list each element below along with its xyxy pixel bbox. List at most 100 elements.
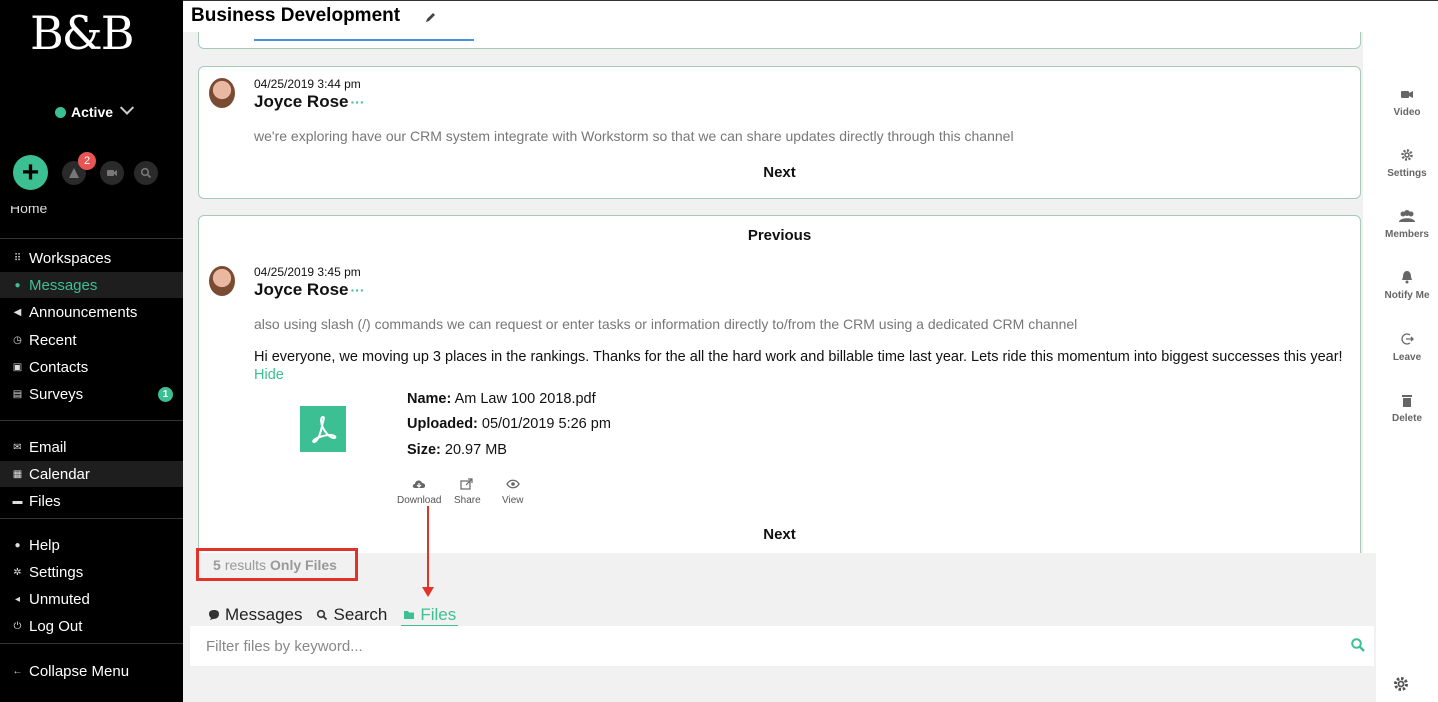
sidebar-item-surveys[interactable]: ▤ Surveys 1: [0, 381, 183, 407]
rail-delete-button[interactable]: Delete: [1376, 393, 1438, 424]
message-author[interactable]: Joyce Rose ···: [254, 92, 365, 112]
sidebar-item-recent[interactable]: ◷ Recent: [0, 327, 183, 353]
download-button[interactable]: Download: [397, 478, 441, 506]
calendar-icon: ▦: [12, 468, 23, 480]
rail-notify-button[interactable]: Notify Me: [1376, 270, 1438, 301]
clock-icon: ◷: [13, 334, 22, 346]
new-button[interactable]: +: [13, 155, 48, 190]
file-uploaded: 05/01/2019 5:26 pm: [481, 416, 611, 432]
sidebar-item-messages[interactable]: ● Messages: [0, 272, 183, 298]
sidebar-item-collapse-menu[interactable]: ← Collapse Menu: [0, 658, 183, 684]
app-logo: B&B: [30, 6, 135, 60]
envelope-icon: ✉: [13, 441, 22, 453]
clipboard-icon: ▤: [12, 388, 23, 400]
quick-actions: + 2: [13, 151, 158, 190]
sidebar-item-label: Log Out: [29, 617, 83, 635]
message-author[interactable]: Joyce Rose ···: [254, 280, 365, 300]
tab-files[interactable]: Files: [401, 605, 459, 627]
results-filter: Only Files: [270, 556, 337, 573]
rail-settings-button[interactable]: Settings: [1376, 148, 1438, 179]
sidebar-item-label: Email: [29, 438, 67, 456]
message-text: we're exploring have our CRM system inte…: [254, 128, 1014, 144]
sidebar-divider: [0, 420, 183, 421]
tab-search[interactable]: Search: [316, 605, 387, 627]
rail-video-button[interactable]: Video: [1376, 87, 1438, 118]
results-count: 5: [213, 556, 221, 573]
status-label: Active: [71, 104, 114, 120]
message-card: 04/25/2019 3:44 pm Joyce Rose ··· we're e…: [198, 66, 1361, 199]
sidebar-item-workspaces[interactable]: ⠿ Workspaces: [0, 245, 183, 271]
gear-icon[interactable]: [1392, 675, 1410, 693]
message-body: Hi everyone, we moving up 3 places in th…: [254, 349, 1343, 383]
chevron-down-icon: [119, 100, 135, 115]
avatar[interactable]: [209, 78, 235, 108]
more-options-icon[interactable]: ···: [351, 282, 365, 298]
channel-title: Business Development: [191, 5, 401, 26]
leave-icon: [1401, 333, 1414, 345]
sidebar-item-label: Calendar: [29, 465, 90, 483]
view-button[interactable]: View: [502, 478, 524, 506]
avatar[interactable]: [209, 266, 235, 296]
search-panel: 5 results Only Files Messages Search Fil…: [183, 506, 1376, 702]
folder-icon: ▬: [12, 495, 23, 507]
message-card-partial: [198, 32, 1361, 49]
sidebar-item-log-out[interactable]: ⏻ Log Out: [0, 613, 183, 639]
notification-badge: 2: [78, 151, 96, 170]
count-badge: 1: [158, 386, 173, 402]
eye-icon: [505, 479, 520, 489]
folder-icon: [404, 611, 415, 619]
search-icon[interactable]: [1350, 637, 1366, 653]
channel-header: Business Development: [183, 0, 1438, 32]
speaker-icon: ◂: [14, 593, 21, 605]
grid-icon: ⠿: [13, 252, 22, 264]
next-link[interactable]: Next: [199, 164, 1360, 181]
sidebar-item-label: Announcements: [29, 303, 138, 321]
channel-actions-rail: Video Settings Members Notify Me Leave D…: [1376, 32, 1438, 702]
sidebar-item-label: Surveys: [29, 385, 84, 403]
card-underline: [254, 39, 474, 41]
share-icon: [460, 478, 473, 490]
trash-icon: [1402, 395, 1412, 407]
sidebar-item-label: Unmuted: [29, 590, 90, 608]
sidebar-item-settings[interactable]: ✲ Settings: [0, 559, 183, 585]
sidebar-item-label: Recent: [29, 331, 77, 349]
sidebar-item-unmuted[interactable]: ◂ Unmuted: [0, 586, 183, 612]
more-options-icon[interactable]: ···: [351, 94, 365, 110]
filter-bar: [190, 626, 1374, 666]
global-search-button[interactable]: [134, 160, 158, 185]
sidebar-item-contacts[interactable]: ▣ Contacts: [0, 354, 183, 380]
tab-messages[interactable]: Messages: [208, 605, 302, 627]
annotation-arrow: [427, 506, 429, 590]
message-list: 04/25/2019 3:44 pm Joyce Rose ··· we're e…: [183, 32, 1363, 553]
sidebar-item-email[interactable]: ✉ Email: [0, 434, 183, 460]
video-call-button[interactable]: [100, 160, 124, 185]
sidebar-item-home[interactable]: Home: [10, 206, 47, 218]
rail-leave-button[interactable]: Leave: [1376, 332, 1438, 363]
panel-tabs: Messages Search Files: [208, 605, 466, 627]
pencil-icon[interactable]: [424, 10, 438, 24]
contact-card-icon: ▣: [12, 361, 23, 373]
message-timestamp: 04/25/2019 3:45 pm: [254, 265, 361, 279]
gear-icon: ✲: [13, 566, 22, 578]
pdf-file-thumbnail[interactable]: [300, 406, 346, 452]
sidebar-item-help[interactable]: ● Help: [0, 532, 183, 558]
next-link[interactable]: Next: [199, 526, 1360, 543]
rail-members-button[interactable]: Members: [1376, 209, 1438, 240]
alerts-button[interactable]: 2: [62, 151, 96, 185]
video-camera-icon: [107, 169, 117, 176]
share-button[interactable]: Share: [454, 478, 481, 506]
sidebar-item-calendar[interactable]: ▦ Calendar: [0, 461, 183, 487]
previous-link[interactable]: Previous: [199, 227, 1360, 244]
pdf-icon: [312, 415, 337, 444]
status-dropdown[interactable]: Active: [55, 100, 135, 120]
sidebar-item-files[interactable]: ▬ Files: [0, 488, 183, 514]
sidebar-item-announcements[interactable]: ◀ Announcements: [0, 299, 183, 325]
megaphone-icon: ◀: [13, 306, 22, 318]
filter-files-input[interactable]: [190, 637, 1320, 655]
sidebar-item-label: Workspaces: [29, 249, 112, 267]
status-dot-icon: [55, 106, 66, 118]
search-icon: [317, 609, 328, 621]
annotation-arrowhead: [422, 587, 434, 597]
sidebar-divider: [0, 643, 183, 644]
hide-link[interactable]: Hide: [254, 367, 284, 383]
